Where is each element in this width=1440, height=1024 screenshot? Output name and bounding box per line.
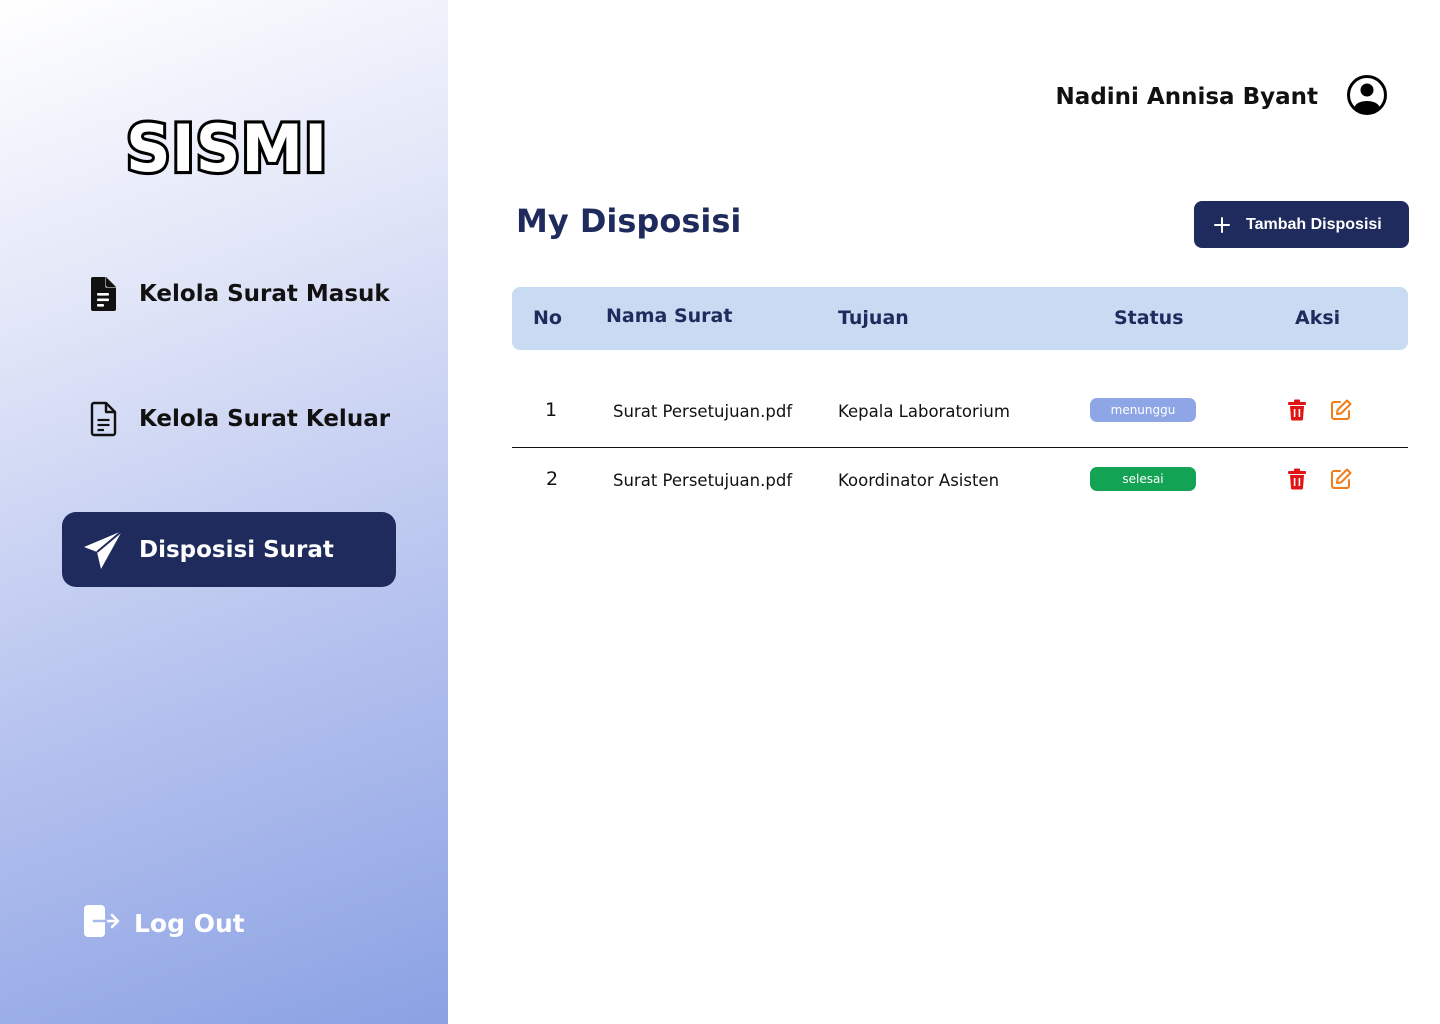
app-logo: SISMI [123, 110, 330, 187]
status-badge: menunggu [1090, 398, 1196, 422]
file-filled-icon [80, 276, 126, 312]
row-tujuan: Koordinator Asisten [838, 471, 1000, 490]
column-header-no: No [533, 307, 562, 329]
paper-plane-icon [80, 529, 126, 571]
file-outline-icon [80, 401, 126, 437]
page-title: My Disposisi [516, 202, 742, 240]
sidebar-item-label: Disposisi Surat [139, 536, 334, 563]
sidebar-item-kelola-surat-keluar[interactable]: Kelola Surat Keluar [62, 381, 396, 456]
table-row: 1 Surat Persetujuan.pdf Kepala Laborator… [512, 379, 1408, 448]
sidebar-item-label: Kelola Surat Masuk [139, 280, 390, 307]
table-header: No Nama Surat Tujuan Status Aksi [512, 287, 1408, 350]
trash-icon [1288, 468, 1306, 490]
edit-icon [1331, 468, 1352, 489]
sidebar-item-disposisi-surat[interactable]: Disposisi Surat [62, 512, 396, 587]
logout-button[interactable]: Log Out [82, 902, 245, 944]
edit-icon [1331, 399, 1352, 420]
row-number: 1 [545, 399, 558, 421]
logout-label: Log Out [134, 908, 245, 938]
status-badge: selesai [1090, 467, 1196, 491]
sidebar-item-kelola-surat-masuk[interactable]: Kelola Surat Masuk [62, 256, 396, 331]
user-menu[interactable]: Nadini Annisa Byant [1056, 74, 1388, 120]
sidebar: SISMI Kelola Surat Masuk Kelola Surat Ke… [0, 0, 448, 1024]
edit-button[interactable] [1329, 398, 1353, 422]
column-header-status: Status [1114, 307, 1184, 329]
column-header-nama-surat: Nama Surat [606, 305, 733, 327]
row-tujuan: Kepala Laboratorium [838, 402, 1010, 421]
add-disposisi-label: Tambah Disposisi [1246, 215, 1382, 233]
delete-button[interactable] [1285, 467, 1309, 491]
add-disposisi-button[interactable]: Tambah Disposisi [1194, 201, 1409, 248]
logout-icon [82, 902, 120, 944]
user-circle-icon[interactable] [1346, 74, 1388, 120]
edit-button[interactable] [1329, 467, 1353, 491]
row-nama-surat: Surat Persetujuan.pdf [613, 471, 793, 490]
column-header-aksi: Aksi [1295, 307, 1341, 329]
table-row: 2 Surat Persetujuan.pdf Koordinator Asis… [512, 448, 1408, 516]
app-root: SISMI Kelola Surat Masuk Kelola Surat Ke… [0, 0, 1440, 1024]
user-name: Nadini Annisa Byant [1055, 84, 1318, 110]
delete-button[interactable] [1285, 398, 1309, 422]
row-nama-surat: Surat Persetujuan.pdf [613, 402, 793, 421]
sidebar-item-label: Kelola Surat Keluar [139, 405, 391, 432]
column-header-tujuan: Tujuan [838, 307, 909, 329]
trash-icon [1288, 399, 1306, 421]
row-number: 2 [546, 468, 559, 490]
plus-icon [1212, 212, 1232, 238]
